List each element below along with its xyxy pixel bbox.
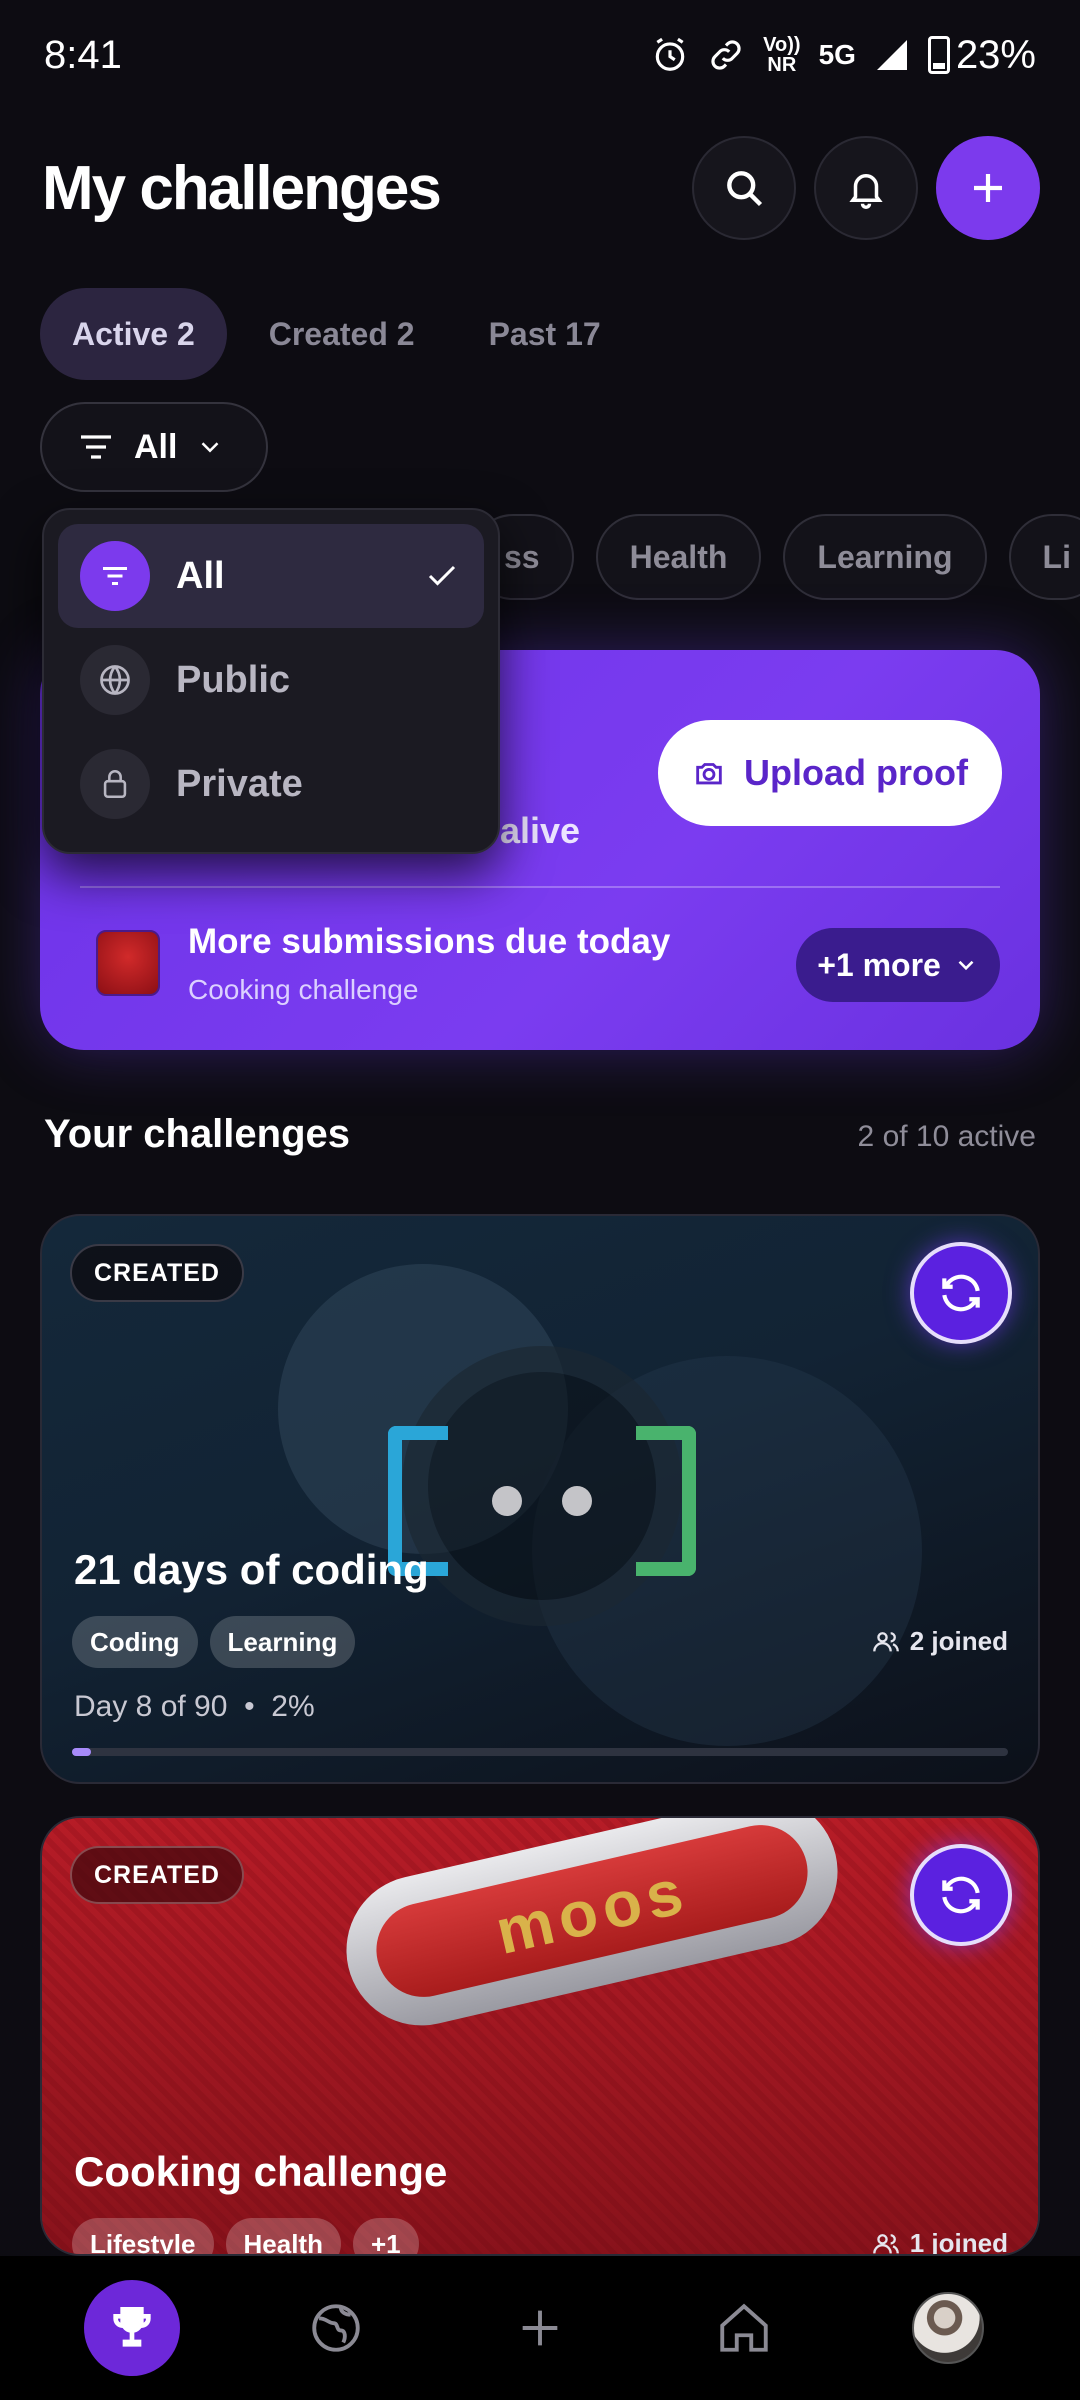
volte-indicator: Vo)) NR (763, 34, 801, 76)
nav-home[interactable] (696, 2280, 792, 2376)
tag: Learning (209, 1616, 356, 1668)
chevron-down-icon (958, 960, 974, 971)
users-icon (872, 1631, 899, 1651)
logo-dot (562, 1486, 592, 1516)
refresh-icon (942, 1274, 980, 1312)
dropdown-option-private[interactable]: Private (58, 732, 484, 836)
logo-dot (492, 1486, 522, 1516)
tag: Lifestyle (72, 2218, 214, 2254)
joined-count: 1 joined (872, 2228, 1008, 2254)
product-label-image: moos (331, 1818, 853, 2041)
tag: Health (225, 2218, 341, 2254)
check-icon (428, 565, 456, 586)
chip-lifestyle[interactable]: Li (1008, 514, 1080, 600)
sync-button[interactable] (910, 1844, 1012, 1946)
bottom-navigation (0, 2256, 1080, 2400)
tag-overflow: +1 (352, 2218, 419, 2254)
banner-streak-text: alive (500, 810, 581, 851)
filter-icon (80, 541, 150, 611)
filter-label: All (134, 427, 178, 466)
globe-icon (80, 645, 150, 715)
signal-icon (876, 40, 907, 70)
visibility-filter-button[interactable]: All (40, 402, 268, 492)
plus-icon (522, 2310, 558, 2346)
category-chips: ss Health Learning Li (470, 514, 1080, 600)
challenge-card[interactable]: CREATED 21 days of coding Coding Learnin… (40, 1214, 1040, 1784)
cooking-thumbnail (96, 930, 160, 996)
created-badge: CREATED (70, 1244, 244, 1302)
challenge-title: 21 days of coding (74, 1546, 429, 1593)
challenge-tags: Lifestyle Health +1 (72, 2218, 419, 2254)
search-button[interactable] (692, 136, 796, 240)
tag: Coding (72, 1616, 198, 1668)
dropdown-option-label: All (176, 554, 225, 597)
challenge-tags: Coding Learning (72, 1616, 356, 1668)
avatar (912, 2292, 984, 2364)
product-label-text: moos (367, 1818, 817, 2007)
tab-created[interactable]: Created 2 (237, 288, 447, 380)
joined-count: 2 joined (872, 1626, 1008, 1657)
sync-button[interactable] (910, 1242, 1012, 1344)
tab-active[interactable]: Active 2 (40, 288, 227, 380)
users-icon (872, 2233, 899, 2253)
refresh-icon (942, 1876, 980, 1914)
code-bracket-right (636, 1426, 696, 1576)
filter-icon (81, 435, 111, 459)
progress-bar (72, 1748, 1008, 1756)
chip-health[interactable]: Health (595, 514, 762, 600)
dropdown-option-all[interactable]: All (58, 524, 484, 628)
visibility-dropdown: All Public Private (42, 508, 500, 854)
battery-indicator: 23% (927, 32, 1036, 78)
banner-divider (80, 886, 1000, 888)
tab-past[interactable]: Past 17 (457, 288, 633, 380)
header: My challenges (42, 136, 1040, 240)
progress-fill (72, 1748, 91, 1756)
due-title: More submissions due today (188, 922, 671, 961)
section-title: Your challenges (44, 1112, 351, 1156)
status-bar: 8:41 Vo)) NR 5G 23% (0, 0, 1080, 110)
due-subtitle: Cooking challenge (188, 974, 419, 1005)
dropdown-option-label: Private (176, 762, 303, 805)
alarm-icon (655, 37, 685, 71)
challenge-title: Cooking challenge (74, 2148, 448, 2195)
challenge-card[interactable]: moos CREATED Cooking challenge Lifestyle… (40, 1816, 1040, 2256)
notifications-button[interactable] (814, 136, 918, 240)
status-time: 8:41 (44, 32, 122, 77)
section-count: 2 of 10 active (857, 1120, 1036, 1153)
dropdown-option-label: Public (176, 658, 291, 701)
trophy-icon (113, 2307, 151, 2347)
chevron-down-icon (202, 442, 219, 453)
nav-challenges[interactable] (84, 2280, 180, 2376)
created-badge: CREATED (70, 1846, 244, 1904)
battery-level: 23% (955, 32, 1036, 77)
more-submissions-button[interactable]: +1 more (796, 928, 1000, 1002)
home-icon (720, 2303, 768, 2352)
camera-icon (696, 763, 722, 785)
plus-icon (974, 174, 1002, 202)
search-icon (727, 171, 763, 207)
upload-proof-button[interactable]: Upload proof (658, 720, 1002, 826)
nav-profile[interactable] (900, 2280, 996, 2376)
globe-icon (312, 2304, 360, 2352)
create-challenge-button[interactable] (936, 136, 1040, 240)
nav-create[interactable] (492, 2280, 588, 2376)
page-title: My challenges (42, 153, 442, 223)
challenge-tabs: Active 2 Created 2 Past 17 (40, 288, 633, 380)
status-icons: Vo)) NR 5G 23% (651, 33, 1036, 78)
battery-icon (927, 36, 950, 74)
chip-learning[interactable]: Learning (783, 514, 987, 600)
more-label: +1 more (817, 946, 941, 983)
progress-text: Day 8 of 90 • 2% (74, 1690, 315, 1723)
upload-proof-label: Upload proof (744, 752, 968, 793)
dropdown-option-public[interactable]: Public (58, 628, 484, 732)
network-type: 5G (818, 39, 856, 70)
bell-icon (849, 174, 883, 209)
lock-icon (80, 749, 150, 819)
link-icon (711, 40, 741, 70)
nav-explore[interactable] (288, 2280, 384, 2376)
